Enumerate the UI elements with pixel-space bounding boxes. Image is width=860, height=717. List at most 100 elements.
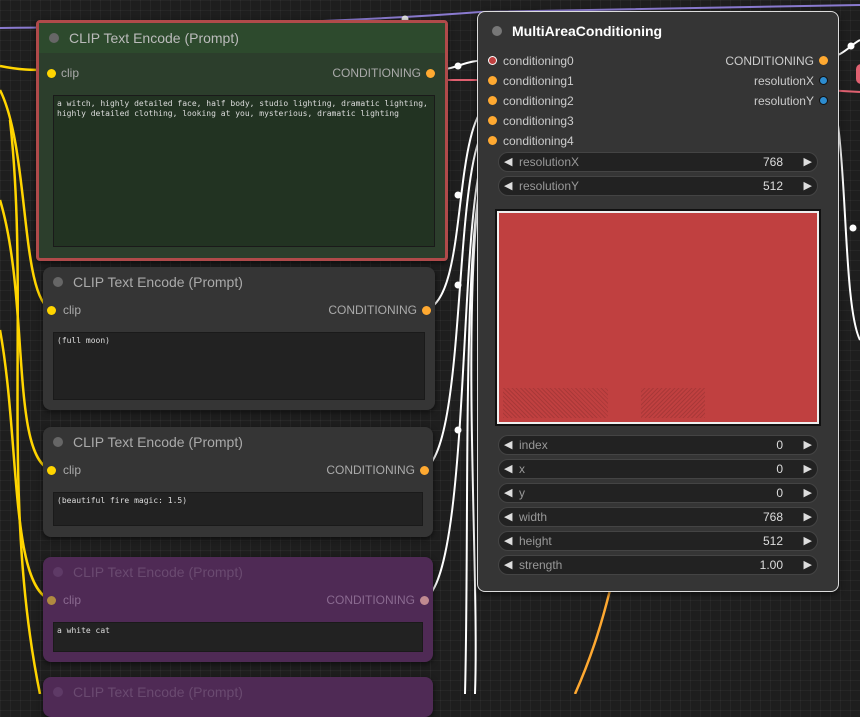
conditioning3-input[interactable]: conditioning3 [488, 111, 638, 131]
clip-port-icon[interactable] [47, 466, 56, 475]
clip-input-label: clip [63, 593, 82, 607]
prompt-textarea[interactable]: (full moon) [53, 332, 425, 400]
int-port-icon[interactable] [819, 96, 828, 105]
decrement-arrow-icon[interactable]: ◀ [504, 508, 512, 526]
conditioning-port-icon[interactable] [488, 96, 497, 105]
node-title-bar[interactable]: CLIP Text Encode (Prompt) [43, 557, 433, 587]
node-title: CLIP Text Encode (Prompt) [69, 30, 239, 46]
prompt-textarea[interactable]: (beautiful fire magic: 1.5) [53, 492, 423, 526]
x-widget[interactable]: ◀ x 0 ▶ [498, 459, 818, 479]
clip-text-encode-node-4[interactable]: CLIP Text Encode (Prompt) clip CONDITION… [43, 557, 433, 662]
conditioning-output[interactable]: CONDITIONING [678, 51, 828, 71]
node-title: CLIP Text Encode (Prompt) [73, 564, 243, 580]
widget-label: height [519, 534, 552, 548]
int-port-icon[interactable] [819, 76, 828, 85]
increment-arrow-icon[interactable]: ▶ [804, 532, 812, 550]
node-title-bar[interactable]: MultiAreaConditioning [478, 12, 838, 48]
decrement-arrow-icon[interactable]: ◀ [504, 484, 512, 502]
increment-arrow-icon[interactable]: ▶ [804, 556, 812, 574]
conditioning-port-icon[interactable] [422, 306, 431, 315]
conditioning0-input[interactable]: conditioning0 [488, 51, 638, 71]
collapse-dot-icon[interactable] [53, 567, 63, 577]
decrement-arrow-icon[interactable]: ◀ [504, 436, 512, 454]
widget-value: 0 [776, 438, 783, 452]
widget-label: resolutionX [519, 155, 580, 169]
clip-input-label: clip [63, 463, 82, 477]
conditioning2-input[interactable]: conditioning2 [488, 91, 638, 111]
increment-arrow-icon[interactable]: ▶ [804, 153, 812, 171]
clip-input-label: clip [63, 303, 82, 317]
node-title: MultiAreaConditioning [512, 23, 663, 39]
collapse-dot-icon[interactable] [53, 277, 63, 287]
conditioning0-label: conditioning0 [503, 54, 574, 68]
clip-port-icon[interactable] [47, 69, 56, 78]
conditioning-port-icon[interactable] [819, 56, 828, 65]
resolutionx-widget[interactable]: ◀ resolutionX 768 ▶ [498, 152, 818, 172]
conditioning1-label: conditioning1 [503, 74, 574, 88]
conditioning-port-icon[interactable] [488, 136, 497, 145]
widget-label: x [519, 462, 525, 476]
conditioning-output[interactable]: CONDITIONING [309, 460, 429, 480]
widget-label: resolutionY [519, 179, 580, 193]
increment-arrow-icon[interactable]: ▶ [804, 177, 812, 195]
collapse-dot-icon[interactable] [53, 437, 63, 447]
prompt-textarea[interactable]: a witch, highly detailed face, half body… [53, 95, 435, 247]
conditioning-output[interactable]: CONDITIONING [311, 300, 431, 320]
resolutionx-output-label: resolutionX [753, 74, 814, 88]
increment-arrow-icon[interactable]: ▶ [804, 436, 812, 454]
node-title-bar[interactable]: CLIP Text Encode (Prompt) [43, 267, 435, 297]
widget-value: 512 [762, 534, 783, 548]
increment-arrow-icon[interactable]: ▶ [804, 508, 812, 526]
resolutionx-output[interactable]: resolutionX [678, 71, 828, 91]
height-widget[interactable]: ◀ height 512 ▶ [498, 531, 818, 551]
resolutiony-output[interactable]: resolutionY [678, 91, 828, 111]
decrement-arrow-icon[interactable]: ◀ [504, 556, 512, 574]
strength-widget[interactable]: ◀ strength 1.00 ▶ [498, 555, 818, 575]
conditioning-output[interactable]: CONDITIONING [309, 590, 429, 610]
clip-text-encode-node-3[interactable]: CLIP Text Encode (Prompt) clip CONDITION… [43, 427, 433, 537]
multi-area-conditioning-node[interactable]: MultiAreaConditioning conditioning0 cond… [477, 11, 839, 592]
conditioning4-input[interactable]: conditioning4 [488, 131, 638, 151]
node-title-bar[interactable]: CLIP Text Encode (Prompt) [43, 677, 433, 707]
widget-value: 1.00 [759, 558, 783, 572]
conditioning-output[interactable]: CONDITIONING [315, 63, 435, 83]
decrement-arrow-icon[interactable]: ◀ [504, 532, 512, 550]
index-widget[interactable]: ◀ index 0 ▶ [498, 435, 818, 455]
resolutiony-widget[interactable]: ◀ resolutionY 512 ▶ [498, 176, 818, 196]
conditioning-port-icon[interactable] [426, 69, 435, 78]
conditioning-port-icon[interactable] [488, 116, 497, 125]
offscreen-node-edge[interactable] [856, 64, 860, 84]
clip-port-icon[interactable] [47, 596, 56, 605]
decrement-arrow-icon[interactable]: ◀ [504, 177, 512, 195]
increment-arrow-icon[interactable]: ▶ [804, 484, 812, 502]
y-widget[interactable]: ◀ y 0 ▶ [498, 483, 818, 503]
decrement-arrow-icon[interactable]: ◀ [504, 460, 512, 478]
conditioning-port-icon[interactable] [420, 466, 429, 475]
width-widget[interactable]: ◀ width 768 ▶ [498, 507, 818, 527]
conditioning-output-label: CONDITIONING [326, 463, 415, 477]
clip-text-encode-node-1[interactable]: CLIP Text Encode (Prompt) clip CONDITION… [36, 20, 448, 261]
widget-value: 768 [762, 155, 783, 169]
conditioning-port-icon[interactable] [488, 56, 497, 65]
conditioning3-label: conditioning3 [503, 114, 574, 128]
widget-value: 0 [776, 462, 783, 476]
clip-input-label: clip [61, 66, 80, 80]
area-preview-canvas[interactable] [495, 209, 821, 426]
area-rectangle[interactable] [497, 211, 819, 424]
node-title-bar[interactable]: CLIP Text Encode (Prompt) [43, 427, 433, 457]
collapse-dot-icon[interactable] [492, 26, 502, 36]
widget-label: y [519, 486, 525, 500]
decrement-arrow-icon[interactable]: ◀ [504, 153, 512, 171]
conditioning2-label: conditioning2 [503, 94, 574, 108]
clip-text-encode-node-5[interactable]: CLIP Text Encode (Prompt) [43, 677, 433, 717]
increment-arrow-icon[interactable]: ▶ [804, 460, 812, 478]
conditioning-port-icon[interactable] [488, 76, 497, 85]
conditioning1-input[interactable]: conditioning1 [488, 71, 638, 91]
clip-text-encode-node-2[interactable]: CLIP Text Encode (Prompt) clip CONDITION… [43, 267, 435, 410]
node-title-bar[interactable]: CLIP Text Encode (Prompt) [39, 23, 445, 53]
collapse-dot-icon[interactable] [49, 33, 59, 43]
collapse-dot-icon[interactable] [53, 687, 63, 697]
prompt-textarea[interactable]: a white cat [53, 622, 423, 652]
conditioning-port-icon[interactable] [420, 596, 429, 605]
clip-port-icon[interactable] [47, 306, 56, 315]
